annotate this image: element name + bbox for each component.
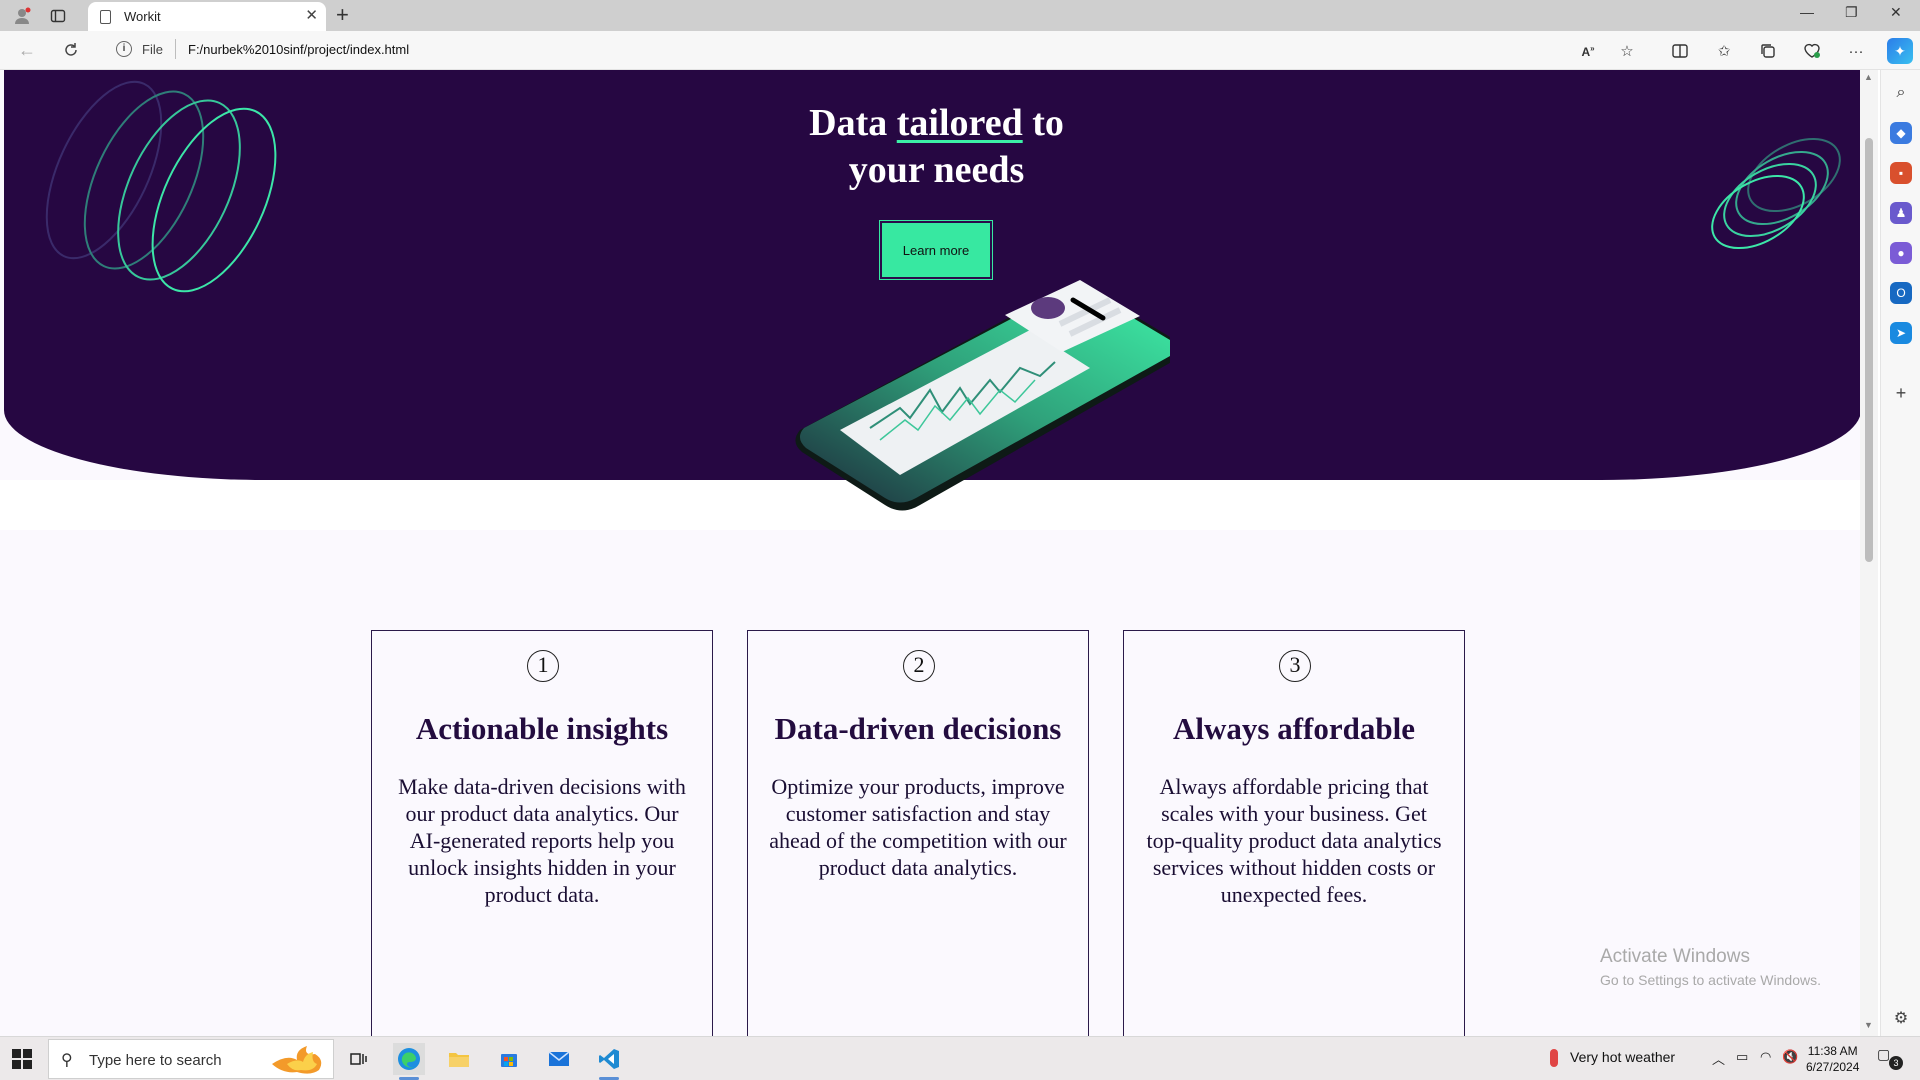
sidebar-tools-icon[interactable]: ▪ (1890, 162, 1912, 184)
activate-windows-hint: Go to Settings to activate Windows. (1600, 972, 1821, 988)
sidebar-shopping-icon[interactable]: ◆ (1890, 122, 1912, 144)
windows-taskbar: ⚲ Type here to search Very hot weather ︿… (0, 1036, 1920, 1080)
activate-windows-title: Activate Windows (1600, 946, 1750, 967)
copilot-icon[interactable]: ✦ (1887, 38, 1913, 64)
split-screen-icon[interactable] (1669, 40, 1691, 62)
browser-tab-workit[interactable]: Workit ✕ (88, 2, 326, 32)
thermometer-icon (1550, 1049, 1558, 1068)
activate-windows-watermark: Activate Windows Go to Settings to activ… (1600, 946, 1821, 988)
sidebar-add-icon[interactable]: + (1890, 382, 1912, 404)
tray-network-icon[interactable]: ◠ (1760, 1049, 1771, 1065)
scrollbar-thumb[interactable] (1865, 138, 1873, 562)
sidebar-copilot-apps-icon[interactable]: ● (1890, 242, 1912, 264)
favorites-icon[interactable]: ✩ (1713, 40, 1735, 62)
hero-title-line-2: your needs (848, 149, 1025, 191)
tray-device-icon[interactable]: ▭ (1736, 1049, 1748, 1065)
feature-text-2: Optimize your products, improve customer… (769, 774, 1067, 880)
start-button[interactable] (12, 1049, 32, 1069)
hero-title-highlight: tailored (896, 102, 1023, 144)
page-icon (100, 10, 111, 24)
browser-essentials-icon[interactable] (1801, 40, 1823, 62)
edge-sidebar: ⌕ ◆ ▪ ♟ ● O ➤ + ⚙ (1880, 70, 1920, 1036)
restore-icon[interactable]: ❐ (1845, 4, 1858, 21)
file-explorer-icon[interactable] (443, 1043, 475, 1075)
site-info-icon[interactable]: i (116, 41, 132, 57)
mail-icon[interactable] (543, 1043, 575, 1075)
phone-illustration (795, 280, 1170, 511)
feature-number-1: 1 (527, 650, 559, 682)
back-icon[interactable]: ← (14, 37, 40, 63)
new-tab-button[interactable]: + (336, 2, 349, 28)
more-options-icon[interactable]: ··· (1845, 40, 1867, 62)
feature-number-3: 3 (1279, 650, 1311, 682)
vscode-icon[interactable] (593, 1043, 625, 1080)
collections-icon[interactable] (1757, 40, 1779, 62)
read-aloud-icon[interactable]: A» (1577, 40, 1599, 62)
feature-card-2: 2 Data-driven decisions Optimize your pr… (747, 630, 1089, 1036)
page-viewport: Data tailored to your needs Learn more 1… (0, 70, 1860, 1036)
system-clock[interactable]: 11:38 AM 6/27/2024 (1806, 1043, 1859, 1075)
url-field[interactable]: F:/nurbek%2010sinf/project/index.html (188, 42, 409, 57)
notification-center-icon[interactable]: ▢ 3 (1877, 1046, 1903, 1070)
feature-card-1: 1 Actionable insights Make data-driven d… (371, 630, 713, 1036)
clock-date: 6/27/2024 (1806, 1060, 1860, 1074)
feature-number-2: 2 (903, 650, 935, 682)
hero-title: Data tailored to your needs (4, 100, 1860, 194)
weather-widget[interactable]: Very hot weather (1550, 1049, 1676, 1068)
clock-time: 11:38 AM (1807, 1044, 1858, 1058)
address-bar: ← i File F:/nurbek%2010sinf/project/inde… (0, 31, 1920, 70)
learn-more-button[interactable]: Learn more (880, 221, 992, 279)
task-view-icon[interactable] (343, 1043, 375, 1075)
weather-text: Very hot weather (1570, 1049, 1676, 1065)
sidebar-search-icon[interactable]: ⌕ (1890, 82, 1912, 104)
close-tab-icon[interactable]: ✕ (305, 6, 318, 24)
address-scheme-label: File (142, 42, 163, 57)
feature-title-3: Always affordable (1173, 711, 1415, 746)
tray-chevron-up-icon[interactable]: ︿ (1712, 1049, 1725, 1068)
search-icon: ⚲ (61, 1052, 73, 1069)
page-scrollbar[interactable]: ▲ ▼ (1860, 70, 1878, 1036)
search-placeholder: Type here to search (89, 1052, 222, 1069)
feature-title-2: Data-driven decisions (774, 711, 1062, 746)
refresh-icon[interactable] (58, 37, 84, 63)
sidebar-settings-icon[interactable]: ⚙ (1890, 1007, 1912, 1029)
feature-title-1: Actionable insights (415, 711, 669, 746)
scroll-down-icon[interactable]: ▼ (1864, 1020, 1873, 1030)
sidebar-games-icon[interactable]: ♟ (1890, 202, 1912, 224)
tab-actions-icon[interactable] (46, 4, 70, 28)
edge-taskbar-icon[interactable] (393, 1043, 425, 1080)
notification-count-badge: 3 (1889, 1056, 1903, 1070)
scroll-up-icon[interactable]: ▲ (1864, 72, 1873, 82)
feature-card-3: 3 Always affordable Always affordable pr… (1123, 630, 1465, 1036)
taskbar-search-box[interactable]: ⚲ Type here to search (48, 1039, 334, 1079)
hero-title-word-3: to (1032, 102, 1064, 144)
browser-tab-bar: Workit ✕ + — ❐ ✕ (0, 0, 1920, 32)
search-highlight-flame-icon (272, 1046, 322, 1074)
hero-title-word-1: Data (809, 102, 888, 144)
sidebar-outlook-icon[interactable]: O (1890, 282, 1912, 304)
close-window-icon[interactable]: ✕ (1890, 4, 1902, 21)
address-separator (175, 39, 176, 59)
microsoft-store-icon[interactable] (493, 1043, 525, 1075)
feature-text-1: Make data-driven decisions with our prod… (398, 774, 686, 907)
sidebar-drop-icon[interactable]: ➤ (1890, 322, 1912, 344)
tab-title: Workit (124, 9, 161, 24)
favorite-star-icon[interactable]: ☆ (1616, 40, 1638, 62)
tray-volume-muted-icon[interactable]: 🔇 (1782, 1049, 1798, 1065)
profile-icon[interactable] (10, 4, 34, 28)
feature-text-3: Always affordable pricing that scales wi… (1146, 774, 1442, 907)
minimize-icon[interactable]: — (1800, 4, 1814, 20)
